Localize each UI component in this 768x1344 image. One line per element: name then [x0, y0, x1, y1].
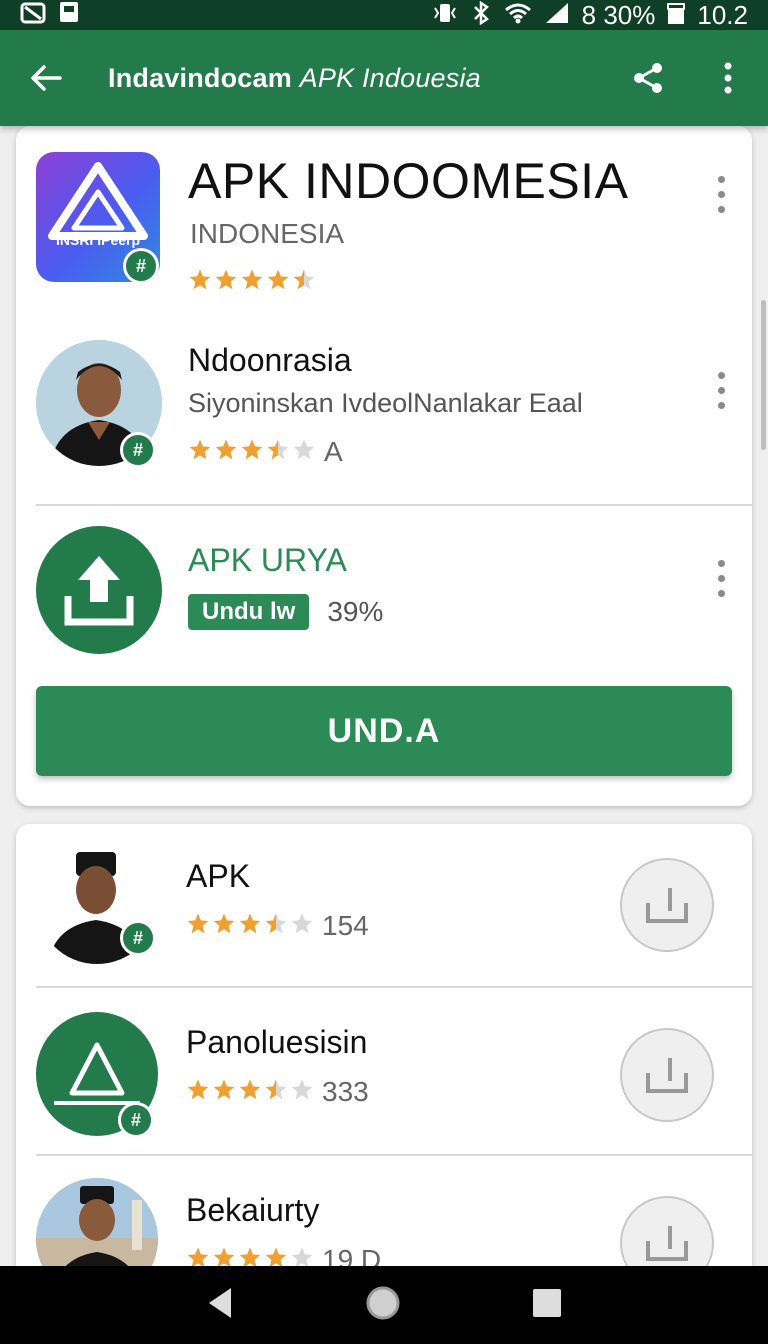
square-recents-icon: [533, 1288, 561, 1317]
battery-percent: 8 30%: [581, 0, 656, 30]
developer-description: Siyoninskan IvdeolNanlakar Eaal: [188, 388, 583, 418]
featured-app-row[interactable]: INSRI IPeerp # APK INDOOMESIA INDONESIA: [16, 126, 752, 306]
list-item-rating: [186, 912, 314, 941]
star-icon: [292, 438, 316, 467]
verified-badge: #: [120, 920, 156, 956]
developer-row[interactable]: # Ndoonrasia Siyoninskan IvdeolNanlakar …: [16, 326, 752, 496]
battery-icon: [667, 1, 686, 29]
share-button[interactable]: [626, 56, 670, 100]
triangle-logo-icon: [54, 1042, 140, 1105]
page-title-main: Indavindocam: [108, 62, 292, 93]
back-button[interactable]: [22, 54, 70, 102]
star-icon: [240, 268, 264, 297]
star-icon: [264, 912, 288, 941]
list-item[interactable]: # APK 154: [16, 824, 752, 986]
app-bar: Indavindocam APK Indouesia: [0, 30, 768, 126]
featured-subtitle: INDONESIA: [190, 218, 345, 249]
triangle-back-icon: [209, 1287, 231, 1318]
arrow-left-icon: [31, 65, 62, 91]
page-title: Indavindocam APK Indouesia: [108, 63, 626, 94]
back-nav-button[interactable]: [205, 1286, 235, 1325]
list-item-rating: [186, 1078, 314, 1107]
star-icon: [212, 1078, 236, 1107]
sim-icon: [58, 0, 80, 31]
install-button[interactable]: [620, 1028, 714, 1122]
verified-badge: #: [123, 248, 159, 284]
share-icon: [634, 63, 662, 93]
star-icon: [264, 1078, 288, 1107]
system-nav-bar: [0, 1266, 768, 1344]
developer-rating-label: A: [324, 436, 343, 467]
download-icon: [646, 1226, 688, 1261]
home-nav-button[interactable]: [365, 1285, 401, 1326]
featured-rating: [188, 268, 316, 297]
app-list-card: # APK 154 # Panoluesisin 333 Bekaiurty 1…: [16, 824, 752, 1284]
scrollbar[interactable]: [761, 300, 766, 450]
developer-more-button[interactable]: [716, 372, 726, 409]
featured-more-button[interactable]: [716, 176, 726, 213]
star-icon: [188, 438, 212, 467]
more-vert-icon: [724, 62, 732, 94]
star-icon: [212, 912, 236, 941]
download-app-icon: [36, 526, 162, 654]
star-icon: [266, 438, 290, 467]
download-status-chip[interactable]: Undu lw: [188, 594, 310, 630]
signal-icon: [544, 2, 570, 28]
circle-home-icon: [366, 1286, 400, 1319]
page-title-suffix: APK Indouesia: [299, 62, 481, 93]
app-logo-text: INSRI IPeerp: [55, 232, 141, 248]
verified-badge: #: [120, 432, 156, 468]
star-icon: [188, 268, 212, 297]
star-icon: [214, 268, 238, 297]
star-icon: [238, 912, 262, 941]
upload-icon: [64, 556, 134, 626]
star-icon: [186, 912, 210, 941]
developer-name: Ndoonrasia: [188, 342, 352, 378]
developer-rating: [188, 438, 316, 467]
download-row[interactable]: APK URYA Undu lw 39%: [16, 508, 752, 668]
star-icon: [290, 1078, 314, 1107]
wifi-icon: [504, 2, 532, 28]
star-icon: [238, 1078, 262, 1107]
download-progress-text: 39%: [327, 596, 384, 627]
verified-badge: #: [118, 1102, 154, 1138]
star-icon: [290, 912, 314, 941]
clock: 10.2: [697, 0, 748, 30]
list-item-title: Bekaiurty: [186, 1192, 320, 1228]
star-icon: [214, 438, 238, 467]
star-icon: [292, 268, 316, 297]
download-icon: [646, 888, 688, 923]
star-icon: [240, 438, 264, 467]
list-item-count: 154: [322, 910, 369, 941]
divider: [36, 504, 752, 506]
featured-title: APK INDOOMESIA: [188, 153, 629, 209]
download-more-button[interactable]: [716, 560, 726, 597]
star-icon: [186, 1078, 210, 1107]
bluetooth-icon: [470, 0, 492, 29]
list-item[interactable]: Bekaiurty 19 D: [16, 1156, 752, 1284]
download-button[interactable]: UND.A: [36, 686, 732, 776]
featured-card: INSRI IPeerp # APK INDOOMESIA INDONESIA …: [16, 126, 752, 806]
overflow-menu-button[interactable]: [706, 56, 750, 100]
install-button[interactable]: [620, 858, 714, 952]
vibrate-icon: [432, 1, 458, 29]
list-item[interactable]: # Panoluesisin 333: [16, 988, 752, 1154]
status-bar: 8 30% 10.2: [0, 0, 768, 30]
download-app-name: APK URYA: [188, 542, 347, 578]
recents-nav-button[interactable]: [531, 1287, 563, 1324]
notification-icon: [20, 0, 46, 31]
star-icon: [266, 268, 290, 297]
list-item-title: APK: [186, 858, 251, 894]
download-icon: [646, 1058, 688, 1093]
list-item-title: Panoluesisin: [186, 1024, 368, 1060]
list-item-count: 333: [322, 1076, 369, 1107]
